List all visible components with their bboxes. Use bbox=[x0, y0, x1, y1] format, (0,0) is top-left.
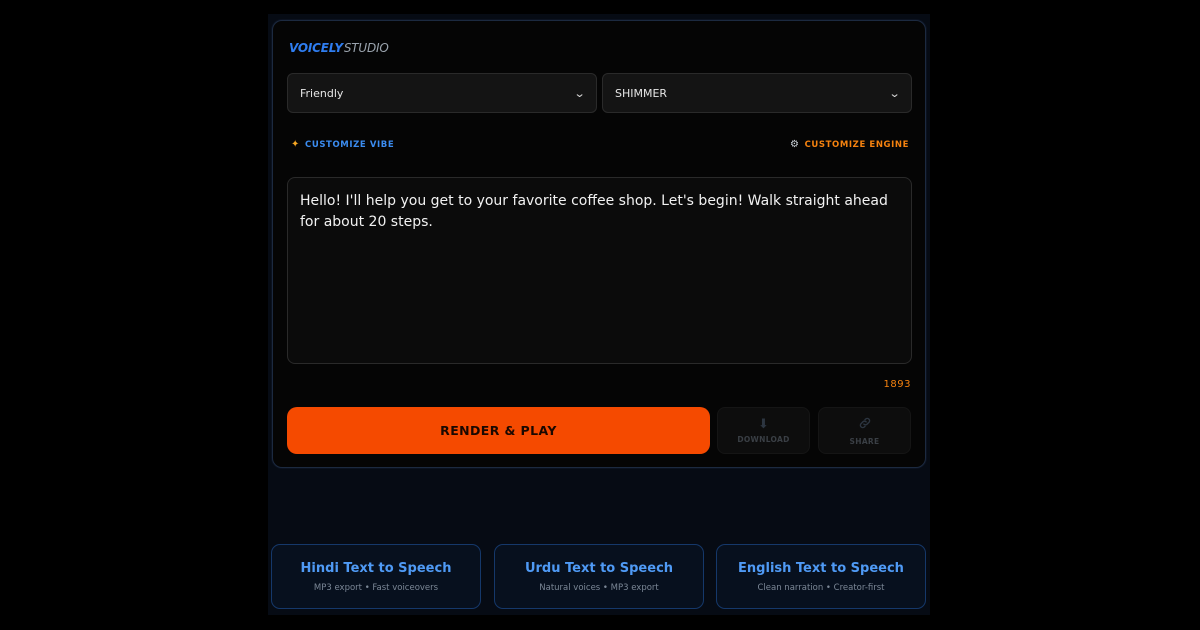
chevron-down-icon: ⌄ bbox=[888, 86, 901, 100]
tile-title: English Text to Speech bbox=[738, 560, 904, 576]
script-textarea[interactable]: Hello! I'll help you get to your favorit… bbox=[287, 177, 912, 364]
download-button[interactable]: ⬇ DOWNLOAD bbox=[717, 407, 810, 454]
vibe-select[interactable]: Friendly ⌄ bbox=[287, 73, 597, 113]
tile-hindi-tts[interactable]: Hindi Text to Speech MP3 export • Fast v… bbox=[271, 544, 481, 609]
brand-secondary: STUDIO bbox=[343, 41, 389, 55]
chevron-down-icon: ⌄ bbox=[573, 86, 586, 100]
render-play-button[interactable]: RENDER & PLAY bbox=[287, 407, 710, 454]
tile-english-tts[interactable]: English Text to Speech Clean narration •… bbox=[716, 544, 926, 609]
engine-select[interactable]: SHIMMER ⌄ bbox=[602, 73, 912, 113]
share-label: SHARE bbox=[849, 436, 880, 446]
customize-vibe-label: CUSTOMIZE VIBE bbox=[304, 139, 395, 150]
vibe-select-value: Friendly bbox=[300, 86, 344, 100]
character-count: 1893 bbox=[883, 379, 911, 390]
tile-title: Hindi Text to Speech bbox=[300, 560, 452, 576]
download-icon: ⬇ bbox=[758, 416, 769, 432]
download-label: DOWNLOAD bbox=[737, 434, 790, 444]
link-icon bbox=[858, 416, 872, 434]
tile-title: Urdu Text to Speech bbox=[524, 560, 674, 576]
share-button[interactable]: SHARE bbox=[818, 407, 911, 454]
tile-subtitle: Clean narration • Creator-first bbox=[757, 582, 885, 593]
sparkle-icon: ✦ bbox=[291, 139, 300, 150]
brand-primary: VOICELY bbox=[289, 41, 343, 55]
gear-icon: ⚙ bbox=[790, 139, 800, 150]
customize-engine-link[interactable]: ⚙ CUSTOMIZE ENGINE bbox=[790, 139, 909, 150]
tile-subtitle: Natural voices • MP3 export bbox=[539, 582, 659, 593]
customize-vibe-link[interactable]: ✦ CUSTOMIZE VIBE bbox=[291, 139, 394, 150]
studio-card: VOICELYSTUDIO Friendly ⌄ SHIMMER ⌄ ✦ CUS… bbox=[272, 20, 926, 468]
brand-logo: VOICELYSTUDIO bbox=[289, 41, 389, 55]
tile-urdu-tts[interactable]: Urdu Text to Speech Natural voices • MP3… bbox=[494, 544, 704, 609]
customize-engine-label: CUSTOMIZE ENGINE bbox=[804, 139, 909, 150]
engine-select-value: SHIMMER bbox=[615, 86, 668, 100]
tile-subtitle: MP3 export • Fast voiceovers bbox=[313, 582, 439, 593]
